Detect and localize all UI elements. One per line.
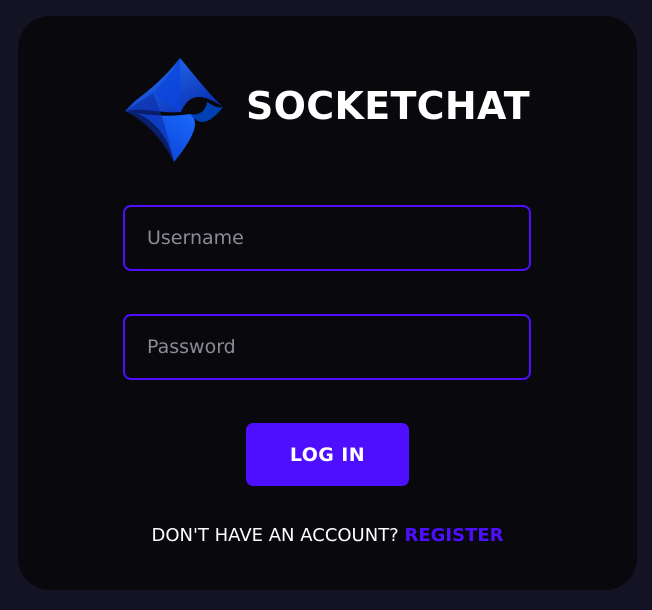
brand-header: SOCKETCHAT: [125, 58, 545, 162]
login-button[interactable]: LOG IN: [246, 423, 409, 486]
register-prompt-text: DON'T HAVE AN ACCOUNT?: [151, 525, 399, 546]
socketchat-logo-icon: [125, 58, 223, 162]
register-prompt-line: DON'T HAVE AN ACCOUNT? REGISTER: [18, 523, 637, 549]
password-field[interactable]: [123, 314, 531, 380]
username-field[interactable]: [123, 205, 531, 271]
register-link[interactable]: REGISTER: [404, 525, 503, 546]
login-card: SOCKETCHAT LOG IN DON'T HAVE AN ACCOUNT?…: [18, 16, 637, 590]
app-title: SOCKETCHAT: [246, 84, 530, 128]
